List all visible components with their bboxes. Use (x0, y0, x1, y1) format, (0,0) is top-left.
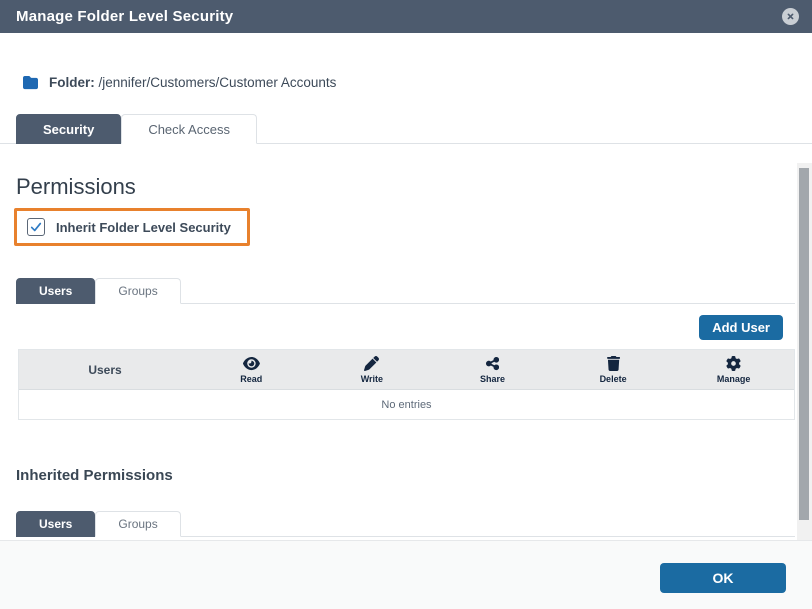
inherit-security-checkbox[interactable] (27, 218, 45, 236)
folder-path: /jennifer/Customers/Customer Accounts (99, 75, 337, 90)
permissions-table-header: Users Read Write Share Delete Manage (19, 350, 794, 390)
add-user-button[interactable]: Add User (699, 315, 783, 340)
ok-button[interactable]: OK (660, 563, 786, 593)
gear-icon (726, 356, 741, 371)
add-user-row: Add User (0, 315, 812, 340)
inherit-security-label: Inherit Folder Level Security (56, 220, 231, 235)
inherit-security-highlight: Inherit Folder Level Security (14, 208, 250, 246)
read-column-label: Read (240, 374, 262, 384)
trash-icon (607, 356, 620, 371)
read-column-header: Read (191, 350, 312, 389)
scrollbar-thumb[interactable] (799, 168, 809, 520)
tab-check-access[interactable]: Check Access (121, 114, 257, 144)
folder-icon (22, 75, 39, 90)
checkmark-icon (30, 221, 42, 233)
manage-column-header: Manage (673, 350, 794, 389)
write-column-header: Write (312, 350, 433, 389)
inherited-tab-users[interactable]: Users (16, 511, 95, 537)
main-tabbar: Security Check Access (0, 113, 812, 144)
table-empty-row: No entries (19, 390, 794, 419)
close-icon[interactable] (782, 8, 799, 25)
modal-body: Permissions Inherit Folder Level Securit… (0, 144, 812, 540)
share-column-header: Share (432, 350, 553, 389)
tab-security[interactable]: Security (16, 114, 121, 144)
write-column-label: Write (361, 374, 383, 384)
permissions-table: Users Read Write Share Delete Manage (18, 349, 795, 420)
share-column-label: Share (480, 374, 505, 384)
modal-title: Manage Folder Level Security (16, 8, 233, 25)
users-groups-tabbar: Users Groups (16, 277, 795, 304)
delete-column-header: Delete (553, 350, 674, 389)
delete-column-label: Delete (600, 374, 627, 384)
inherited-users-groups-tabbar: Users Groups (16, 510, 795, 537)
folder-label: Folder: (49, 75, 95, 90)
permissions-heading: Permissions (16, 174, 812, 200)
modal-header: Manage Folder Level Security (0, 0, 812, 33)
share-icon (486, 356, 499, 371)
inherited-permissions-heading: Inherited Permissions (16, 467, 812, 485)
eye-icon (243, 356, 260, 371)
users-column-header: Users (19, 350, 191, 389)
scrollbar-track[interactable] (797, 163, 812, 540)
folder-path-row: Folder: /jennifer/Customers/Customer Acc… (22, 75, 812, 90)
modal-footer: OK (0, 540, 812, 609)
pencil-icon (364, 356, 379, 371)
tab-users[interactable]: Users (16, 278, 95, 304)
tab-groups[interactable]: Groups (95, 278, 180, 304)
inherited-tab-groups[interactable]: Groups (95, 511, 180, 537)
manage-column-label: Manage (717, 374, 751, 384)
